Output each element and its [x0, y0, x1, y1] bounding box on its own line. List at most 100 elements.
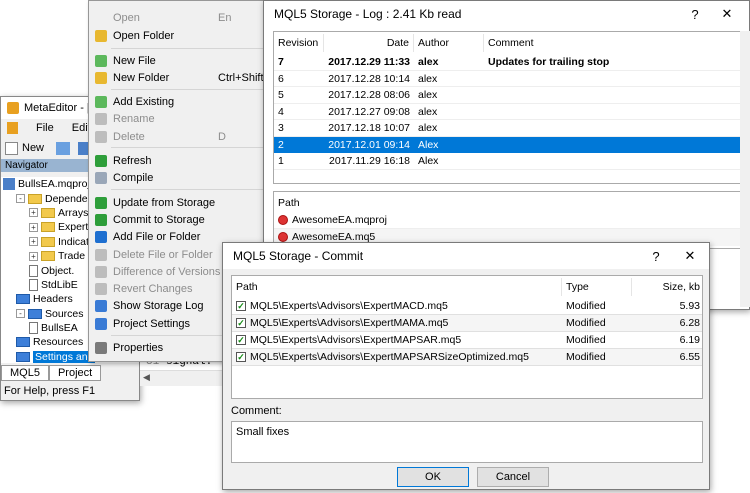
menu-item-rename[interactable]: Rename [89, 110, 265, 127]
table-row[interactable]: 2 2017.12.01 09:14 Alex [274, 136, 743, 153]
project-icon [3, 178, 15, 191]
col-author[interactable]: Author [414, 34, 484, 52]
menu-item-label: Delete File or Folder [113, 248, 213, 261]
cell-author: Alex [418, 155, 439, 167]
file-icon [29, 278, 38, 291]
log-help-button[interactable]: ? [680, 1, 710, 27]
tab-mql5[interactable]: MQL5 [1, 365, 49, 381]
col-path[interactable]: Path [274, 194, 743, 212]
col-path[interactable]: Path [232, 278, 562, 296]
col-date[interactable]: Date [324, 34, 414, 52]
cell-author: alex [418, 89, 438, 101]
table-row[interactable]: ✓ MQL5\Experts\Advisors\ExpertMAPSAR.mq5 M… [232, 332, 702, 349]
table-row[interactable]: 6 2017.12.28 10:14 alex [274, 71, 743, 87]
tab-project[interactable]: Project [48, 365, 102, 381]
menu-item-shortcut: En [218, 11, 232, 24]
cell-revision: 5 [278, 89, 284, 101]
menu-item-refresh[interactable]: Refresh [89, 152, 265, 169]
folder-icon [41, 222, 55, 233]
menu-item-label: Compile [113, 171, 154, 184]
tree-item-label: Sources [45, 307, 84, 320]
include-checkbox[interactable]: ✓ [236, 352, 246, 362]
cell-revision: 7 [278, 56, 284, 68]
menu-item-label: Rename [113, 112, 155, 125]
menu-item-add-existing[interactable]: Add Existing [89, 93, 265, 110]
collapse-icon[interactable]: - [16, 309, 25, 319]
open-project-icon[interactable] [56, 141, 71, 155]
tree-item-label: Arrays [58, 206, 89, 219]
table-row[interactable]: 5 2017.12.28 08:06 alex [274, 87, 743, 104]
menu-item-label: Show Storage Log [113, 299, 204, 312]
menu-item-icon [95, 112, 107, 125]
menu-item-new-folder[interactable]: New Folder Ctrl+Shift+ [89, 69, 270, 86]
menu-item-icon [95, 213, 107, 226]
menu-item-label: Add Existing [113, 95, 175, 108]
tree-item-label: Object. [41, 264, 75, 277]
collapse-icon[interactable]: - [16, 194, 25, 204]
col-revision[interactable]: Revision [274, 34, 324, 52]
include-checkbox[interactable]: ✓ [236, 301, 246, 311]
menu-item-open-folder[interactable]: Open Folder [89, 27, 265, 44]
menu-item-open[interactable]: Open En [89, 9, 265, 26]
table-row[interactable]: 1 2017.11.29 16:18 Alex [274, 153, 743, 170]
expand-icon[interactable]: + [29, 237, 38, 247]
menu-separator [111, 48, 263, 49]
menu-item-commit-to-storage[interactable]: Commit to Storage [89, 211, 265, 228]
col-type[interactable]: Type [562, 278, 632, 296]
table-row[interactable]: ✓ MQL5\Experts\Advisors\ExpertMAPSARSizeO… [232, 349, 702, 366]
table-row[interactable]: 4 2017.12.27 09:08 alex [274, 104, 743, 120]
new-button[interactable]: New [22, 142, 44, 154]
menu-item-compile[interactable]: Compile [89, 169, 265, 186]
col-comment[interactable]: Comment [484, 34, 743, 52]
menu-item-icon [95, 265, 107, 278]
status-bar: For Help, press F1 [1, 382, 139, 400]
include-checkbox[interactable]: ✓ [236, 318, 246, 328]
cell-comment: Updates for trailing stop [488, 56, 610, 68]
scroll-left-icon[interactable]: ◀ [143, 372, 150, 383]
list-item[interactable]: AwesomeEA.mqproj [274, 212, 743, 229]
cell-revision: 6 [278, 72, 284, 85]
commit-help-button[interactable]: ? [641, 243, 671, 269]
cell-date: 2017.12.18 10:07 [328, 122, 410, 134]
cell-size: 6.55 [679, 351, 700, 363]
menu-item-label: Revert Changes [113, 282, 193, 295]
cell-date: 2017.12.01 09:14 [328, 138, 410, 151]
table-row[interactable]: 7 2017.12.29 11:33 alex Updates for trailin… [274, 54, 743, 71]
comment-input[interactable]: Small fixes [231, 421, 703, 463]
menu-item-new-file[interactable]: New File [89, 52, 265, 69]
menu-item-label: Project Settings [113, 317, 191, 330]
menu-item-label: Open Folder [113, 29, 175, 42]
menu-item-shortcut: D [218, 130, 226, 143]
tree-item-label: Trade [58, 250, 86, 263]
menu-file[interactable]: File [36, 122, 54, 134]
cell-path: MQL5\Experts\Advisors\ExpertMAPSAR.mq5 [250, 334, 462, 346]
table-row[interactable]: 3 2017.12.18 10:07 alex [274, 120, 743, 137]
expand-icon[interactable]: + [29, 251, 38, 261]
expand-icon[interactable]: + [29, 208, 38, 218]
ok-button[interactable]: OK [397, 467, 469, 487]
table-row[interactable]: ✓ MQL5\Experts\Advisors\ExpertMACD.mq5 Mod… [232, 298, 702, 315]
table-row[interactable]: ✓ MQL5\Experts\Advisors\ExpertMAMA.mq5 Mod… [232, 315, 702, 332]
new-file-icon[interactable] [5, 141, 18, 155]
cell-size: 6.28 [679, 317, 700, 329]
storage-commit-window: MQL5 Storage - Commit ? ✕ Path Type Size… [222, 242, 710, 490]
menu-item-delete[interactable]: Delete D [89, 128, 265, 145]
cancel-button[interactable]: Cancel [477, 467, 549, 487]
menu-separator [111, 147, 263, 148]
file-error-icon [278, 215, 288, 225]
cell-path: MQL5\Experts\Advisors\ExpertMAPSARSizeOp… [250, 351, 529, 363]
mql5-menu-icon[interactable] [7, 122, 18, 134]
expand-icon[interactable]: + [29, 222, 38, 232]
comment-label: Comment: [231, 405, 282, 417]
folder-icon [16, 351, 30, 362]
col-size[interactable]: Size, kb [632, 278, 702, 296]
cell-path: MQL5\Experts\Advisors\ExpertMACD.mq5 [250, 300, 448, 312]
menu-item-icon [95, 95, 107, 108]
include-checkbox[interactable]: ✓ [236, 335, 246, 345]
metaeditor-title: MetaEditor - [B [24, 102, 98, 114]
log-vertical-scrollbar[interactable] [740, 31, 750, 307]
log-close-button[interactable]: ✕ [712, 1, 742, 27]
folder-icon [41, 236, 55, 247]
menu-item-update-from-storage[interactable]: Update from Storage [89, 194, 265, 211]
commit-close-button[interactable]: ✕ [675, 243, 705, 269]
